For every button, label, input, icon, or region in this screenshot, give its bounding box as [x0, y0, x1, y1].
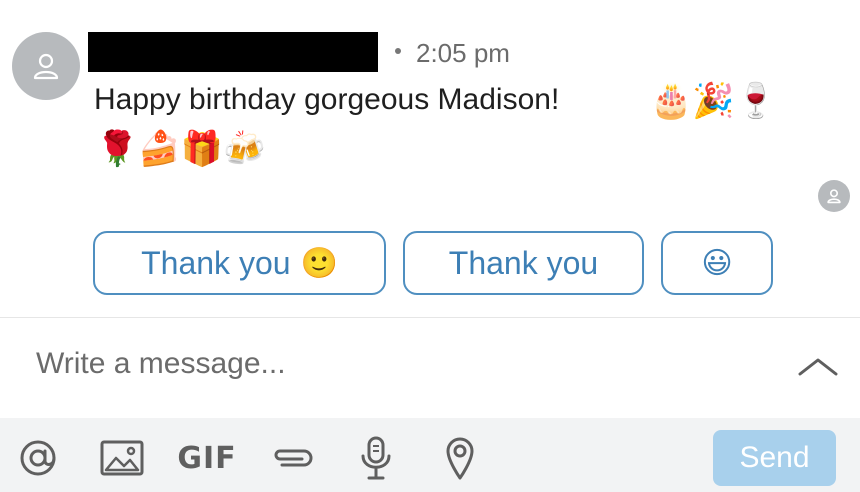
image-icon[interactable] — [100, 436, 144, 480]
location-icon[interactable] — [438, 436, 482, 480]
send-button[interactable]: Send — [713, 430, 836, 486]
smart-reply-thank-you[interactable]: Thank you — [403, 231, 644, 295]
read-receipt-avatar — [818, 180, 850, 212]
attachment-icon[interactable] — [268, 436, 316, 480]
smart-reply-emoji: 🙂 — [300, 246, 338, 280]
message-emojis-line2: 🌹🍰🎁🍻 — [96, 130, 266, 168]
smart-reply-grin[interactable]: 😃 — [661, 231, 773, 295]
chevron-up-icon[interactable] — [796, 352, 840, 380]
message-timestamp: 2:05 pm — [416, 38, 510, 68]
smart-reply-label: Thank you — [448, 244, 599, 281]
microphone-icon[interactable] — [354, 436, 398, 480]
sender-avatar[interactable] — [12, 32, 80, 100]
at-icon[interactable] — [16, 436, 60, 480]
person-icon — [827, 189, 841, 204]
gif-icon[interactable]: GIF — [177, 436, 235, 480]
person-icon — [33, 53, 59, 80]
smart-reply-thank-you-smile[interactable]: Thank you 🙂 — [93, 231, 386, 295]
message-emojis-line1: 🎂🎉🍷 — [650, 82, 778, 120]
divider — [0, 317, 860, 318]
redacted-sender-name — [88, 32, 378, 72]
smart-reply-emoji: 😃 — [701, 246, 733, 280]
message-input[interactable]: Write a message... — [36, 344, 286, 384]
separator-dot — [395, 48, 401, 54]
smart-reply-label: Thank you — [141, 244, 291, 281]
message-text: Happy birthday gorgeous Madison! — [94, 83, 560, 116]
